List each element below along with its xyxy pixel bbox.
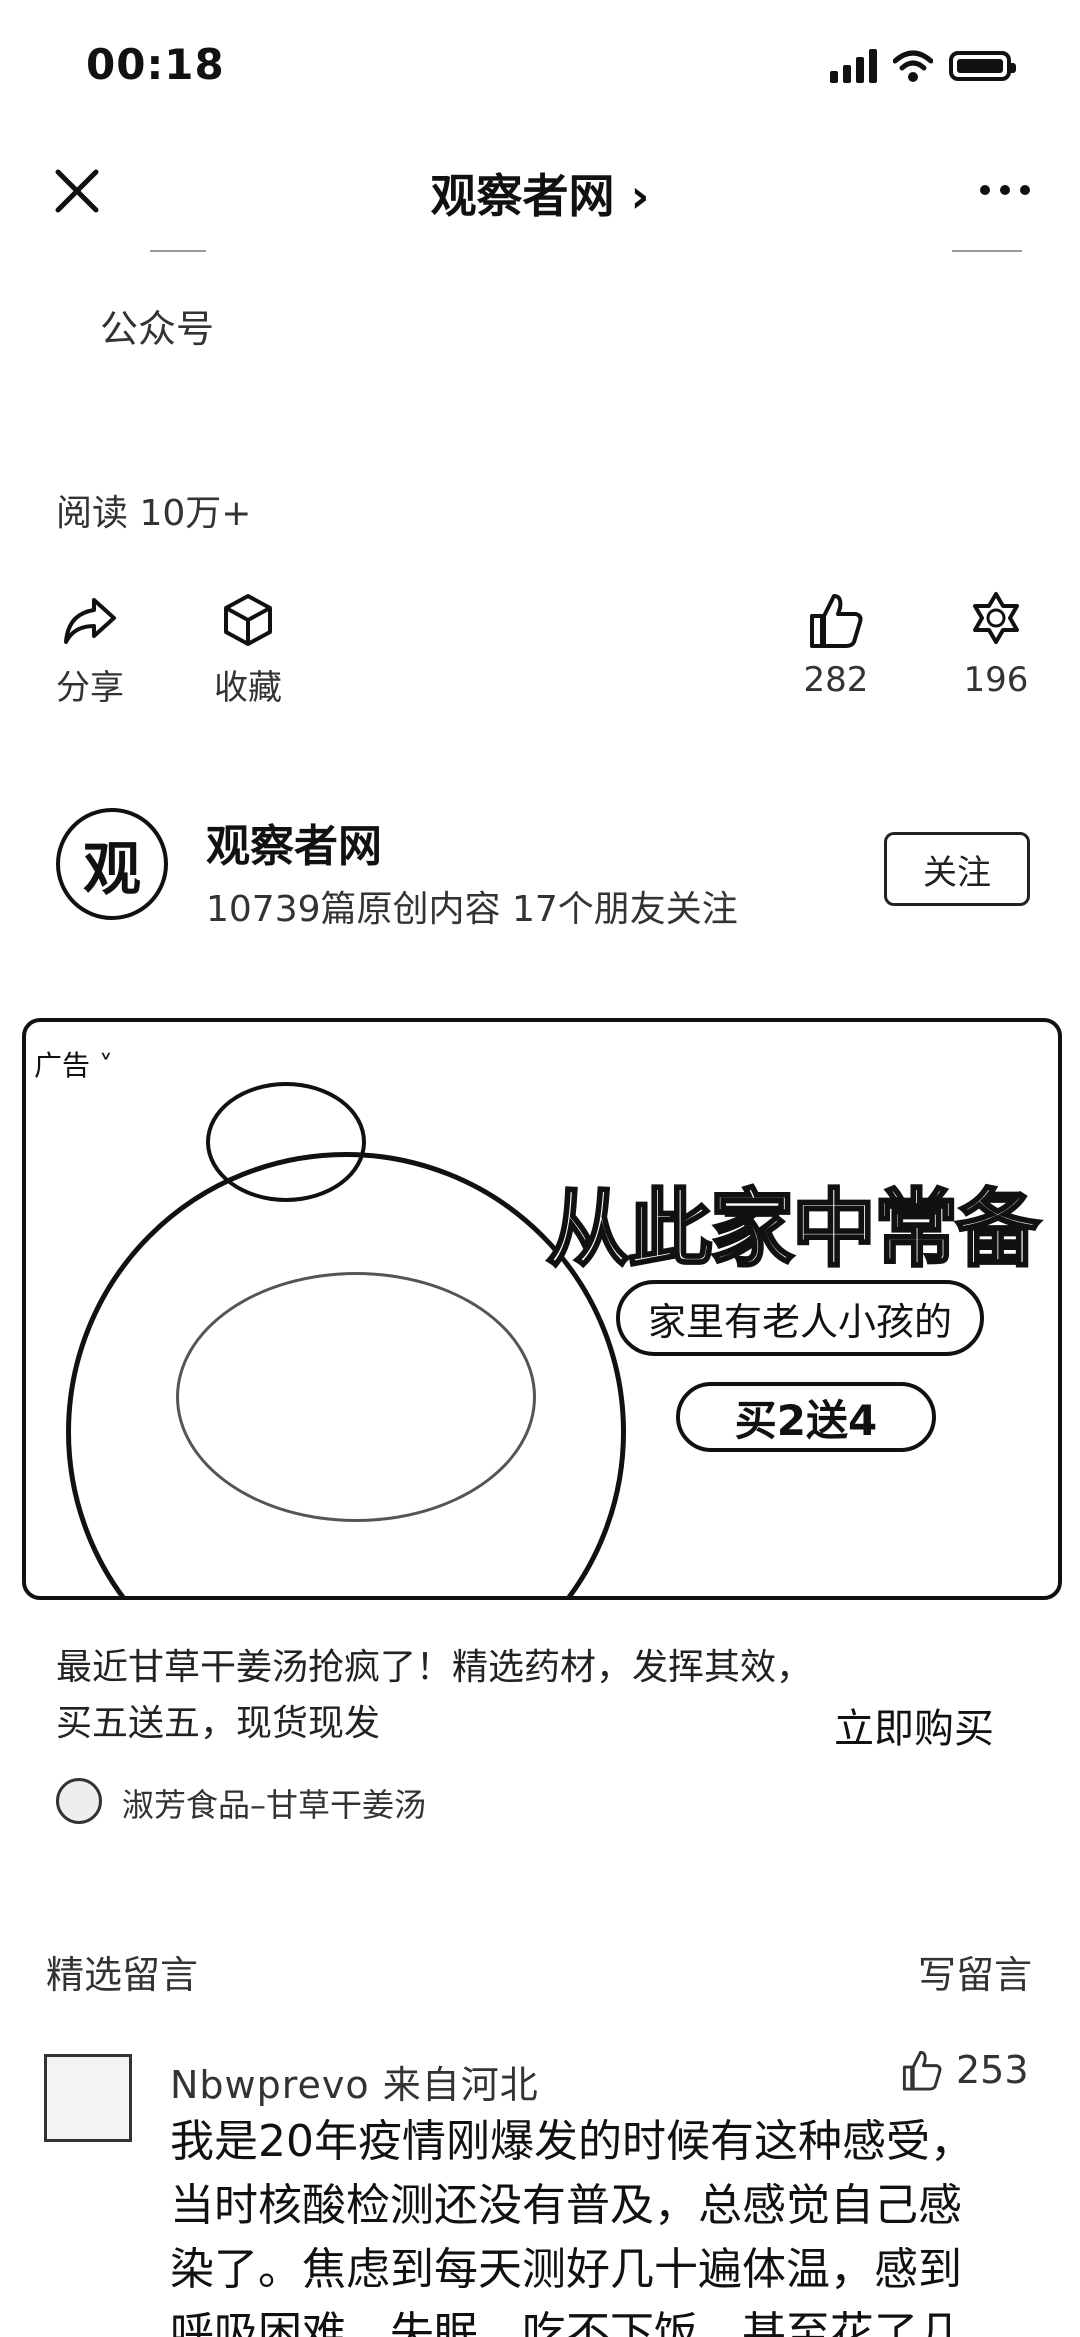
- like-count: 282: [803, 660, 869, 700]
- comment-text: 我是20年疫情刚爆发的时候有这种感受， 当时核酸检测还没有普及，总感觉自己感 染…: [170, 2110, 1030, 2337]
- comment-line: 当时核酸检测还没有普及，总感觉自己感: [170, 2180, 962, 2231]
- brand-name[interactable]: 淑芳食品–甘草干姜汤: [122, 1780, 426, 1826]
- comment-like-button[interactable]: 253: [900, 2048, 1029, 2092]
- like-button[interactable]: 282: [766, 590, 906, 700]
- status-icons: [830, 44, 1016, 88]
- comment-line: 呼吸困难，失眠、吃不下饭，甚至花了几: [170, 2308, 962, 2337]
- share-button[interactable]: 分享: [20, 590, 160, 709]
- header-divider-right: [952, 250, 1022, 252]
- source-label: 公众号: [100, 307, 215, 351]
- account-avatar[interactable]: 观: [56, 808, 168, 920]
- comment-avatar[interactable]: [44, 2054, 132, 2142]
- thumbs-up-icon: [810, 594, 863, 648]
- write-comment-button[interactable]: 写留言: [918, 1944, 1032, 1999]
- wow-count: 196: [963, 660, 1029, 700]
- cube-icon: [224, 594, 272, 646]
- account-title-link[interactable]: 观察者网 ›: [0, 160, 1080, 226]
- battery-icon: [949, 51, 1016, 81]
- ad-pill-text: 家里有老人小孩的: [616, 1280, 984, 1356]
- ad-offer-badge: 买2送4: [676, 1382, 936, 1452]
- share-icon: [64, 598, 116, 644]
- follow-button[interactable]: 关注: [884, 832, 1030, 906]
- chevron-down-icon: ˅: [98, 1049, 113, 1082]
- more-icon[interactable]: [980, 185, 1030, 195]
- favorite-button[interactable]: 收藏: [178, 590, 318, 709]
- article-page: 00:18 观察者网 › 公众号 阅读 10万+ 分享 收藏 282 196 观…: [0, 0, 1080, 2337]
- ad-spoon-image: [206, 1082, 366, 1202]
- comment-line: 染了。焦虑到每天测好几十遍体温，感到: [170, 2244, 962, 2295]
- brand-logo: [56, 1778, 102, 1824]
- ad-tag[interactable]: 广告 ˅: [34, 1044, 113, 1084]
- featured-comments-title: 精选留言: [46, 1953, 199, 1997]
- read-count: 阅读 10万+: [56, 493, 252, 534]
- comment-user[interactable]: Nbwprevo 来自河北: [170, 2054, 539, 2109]
- wifi-icon: [893, 50, 933, 82]
- star-icon: [973, 592, 1019, 644]
- account-name[interactable]: 观察者网: [206, 810, 382, 874]
- share-label: 分享: [56, 668, 124, 708]
- ad-soup-image: [176, 1272, 536, 1522]
- comment-like-count: 253: [956, 2048, 1029, 2092]
- signal-icon: [830, 49, 877, 83]
- account-stats: 10739篇原创内容 17个朋友关注: [206, 889, 738, 930]
- ad-banner[interactable]: 广告 ˅ 从此家中常备 家里有老人小孩的 买2送4: [22, 1018, 1062, 1600]
- ad-headline: 从此家中常备: [544, 1179, 1041, 1280]
- header-divider-left: [150, 250, 206, 252]
- comment-line: 我是20年疫情刚爆发的时候有这种感受，: [170, 2116, 974, 2167]
- ad-description[interactable]: 最近甘草干姜汤抢疯了！精选药材，发挥其效，买五送五，现货现发: [56, 1640, 816, 1752]
- status-time: 00:18: [86, 40, 225, 89]
- favorite-label: 收藏: [214, 668, 282, 708]
- thumbs-up-icon: [902, 2050, 942, 2091]
- buy-now-button[interactable]: 立即购买: [834, 1696, 994, 1754]
- wow-button[interactable]: 196: [926, 590, 1066, 700]
